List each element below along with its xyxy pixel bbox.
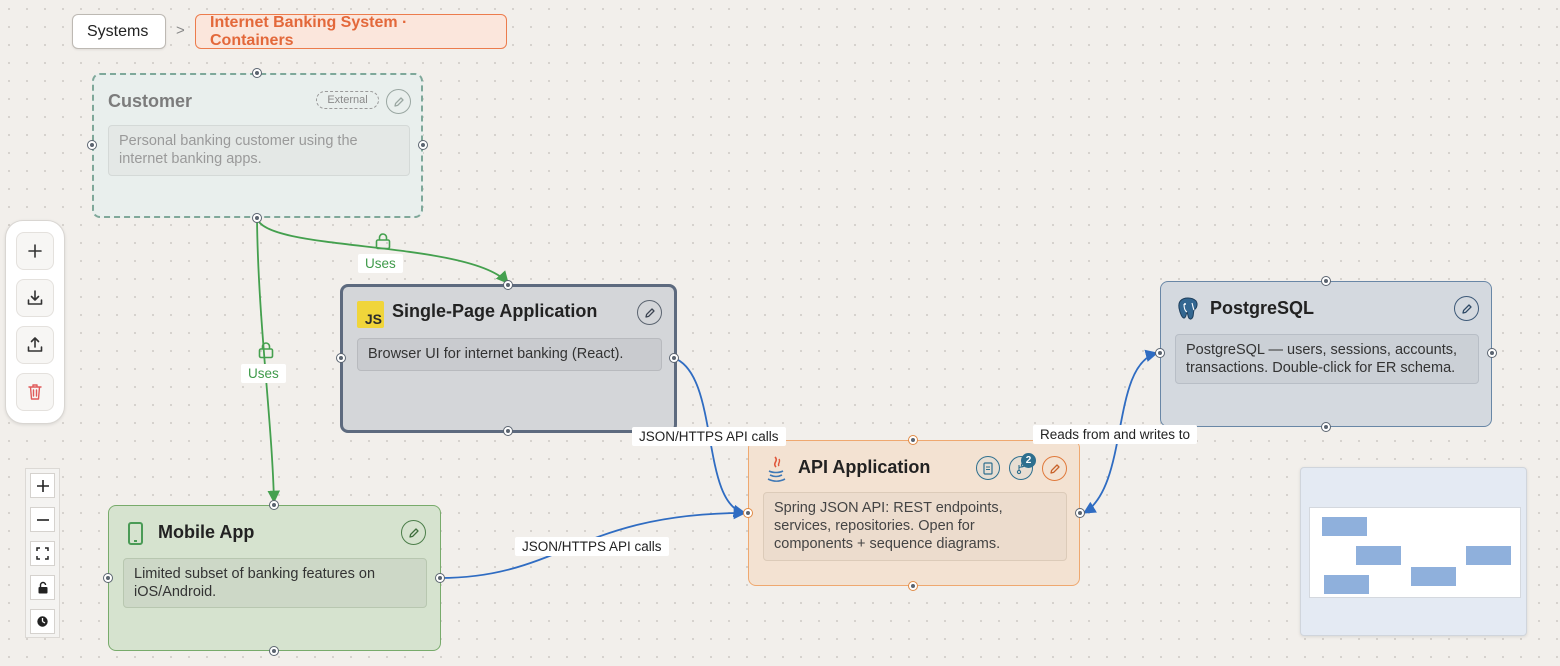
minimap-node xyxy=(1411,567,1456,586)
handle-api-left[interactable] xyxy=(743,508,753,518)
handle-spa-bottom[interactable] xyxy=(503,426,513,436)
pencil-icon xyxy=(644,307,655,318)
breadcrumb-current[interactable]: Internet Banking System · Containers xyxy=(195,14,507,49)
fit-view-button[interactable] xyxy=(30,541,55,566)
handle-mobile-top[interactable] xyxy=(269,500,279,510)
edge-label-api-postgres[interactable]: Reads from and writes to xyxy=(1033,425,1198,444)
node-description: Personal banking customer using the inte… xyxy=(108,125,410,176)
node-title: Single-Page Application xyxy=(392,301,598,321)
plus-icon xyxy=(28,244,42,258)
lock-icon xyxy=(38,581,47,594)
lock-canvas-button[interactable] xyxy=(30,575,55,600)
flow-count-badge: 2 xyxy=(1021,453,1036,468)
minimap[interactable] xyxy=(1300,467,1527,636)
handle-spa-top[interactable] xyxy=(503,280,513,290)
trash-icon xyxy=(28,384,42,400)
lock-icon xyxy=(375,233,391,250)
minimap-node xyxy=(1322,517,1367,536)
pencil-icon xyxy=(1049,463,1060,474)
node-title: PostgreSQL xyxy=(1210,298,1315,318)
reset-icon xyxy=(37,616,48,627)
edge-label-customer-spa[interactable]: Uses xyxy=(358,254,403,273)
java-icon xyxy=(767,456,786,483)
external-badge: External xyxy=(316,91,379,109)
edge-label-spa-api[interactable]: JSON/HTTPS API calls xyxy=(632,427,786,446)
minimap-node xyxy=(1356,546,1401,565)
pencil-icon xyxy=(408,527,419,538)
edit-button[interactable] xyxy=(1042,456,1067,481)
download-button[interactable] xyxy=(16,279,54,317)
node-title: API Application xyxy=(798,457,931,477)
minimap-node xyxy=(1324,575,1369,594)
node-description: Limited subset of banking features on iO… xyxy=(123,558,427,608)
documentation-button[interactable] xyxy=(976,456,1000,480)
delete-button[interactable] xyxy=(16,373,54,411)
add-node-button[interactable] xyxy=(16,232,54,270)
handle-spa-right[interactable] xyxy=(669,353,679,363)
node-mobile-app[interactable]: Mobile App Limited subset of banking fea… xyxy=(108,505,441,651)
node-customer[interactable]: Customer External Personal banking custo… xyxy=(92,73,423,218)
handle-postgres-right[interactable] xyxy=(1487,348,1497,358)
fit-view-icon xyxy=(36,547,49,560)
zoom-out-icon xyxy=(36,518,49,521)
node-description: PostgreSQL — users, sessions, accounts, … xyxy=(1175,334,1479,384)
handle-postgres-bottom[interactable] xyxy=(1321,422,1331,432)
handle-api-top[interactable] xyxy=(908,435,918,445)
handle-mobile-right[interactable] xyxy=(435,573,445,583)
edit-button[interactable] xyxy=(1454,296,1479,321)
editor-toolbar xyxy=(5,220,65,424)
handle-api-bottom[interactable] xyxy=(908,581,918,591)
upload-icon xyxy=(27,337,43,352)
node-single-page-application[interactable]: JS Single-Page Application Browser UI fo… xyxy=(340,284,677,433)
node-description: Browser UI for internet banking (React). xyxy=(357,338,662,371)
pencil-icon xyxy=(1461,303,1472,314)
node-api-application[interactable]: API Application 2 Spring JSON API: REST … xyxy=(748,440,1080,586)
lock-icon xyxy=(258,342,274,359)
edge-customer-spa[interactable] xyxy=(256,217,509,284)
handle-mobile-left[interactable] xyxy=(103,573,113,583)
edge-label-customer-mobile[interactable]: Uses xyxy=(241,364,286,383)
handle-spa-left[interactable] xyxy=(336,353,346,363)
edge-customer-mobile[interactable] xyxy=(256,217,281,504)
breadcrumb-systems[interactable]: Systems xyxy=(72,14,166,49)
javascript-icon: JS xyxy=(357,301,384,328)
phone-icon xyxy=(128,522,143,545)
handle-customer-left[interactable] xyxy=(87,140,97,150)
node-title: Customer xyxy=(108,91,193,111)
zoom-in-button[interactable] xyxy=(30,473,55,498)
edge-label-mobile-api[interactable]: JSON/HTTPS API calls xyxy=(515,537,669,556)
upload-button[interactable] xyxy=(16,326,54,364)
download-icon xyxy=(27,290,43,305)
handle-mobile-bottom[interactable] xyxy=(269,646,279,656)
edit-button[interactable] xyxy=(386,89,411,114)
document-icon xyxy=(983,461,993,475)
minimap-viewport[interactable] xyxy=(1309,507,1521,598)
minimap-node xyxy=(1466,546,1511,565)
handle-customer-right[interactable] xyxy=(418,140,428,150)
breadcrumb-separator: > xyxy=(176,22,185,39)
handle-postgres-top[interactable] xyxy=(1321,276,1331,286)
handle-customer-bottom[interactable] xyxy=(252,213,262,223)
edit-button[interactable] xyxy=(637,300,662,325)
edit-button[interactable] xyxy=(401,520,426,545)
handle-postgres-left[interactable] xyxy=(1155,348,1165,358)
reset-view-button[interactable] xyxy=(30,609,55,634)
pencil-icon xyxy=(393,96,404,107)
postgres-icon xyxy=(1178,297,1198,320)
node-title: Mobile App xyxy=(158,522,255,542)
zoom-out-button[interactable] xyxy=(30,507,55,532)
zoom-controls xyxy=(25,468,60,638)
node-postgresql[interactable]: PostgreSQL PostgreSQL — users, sessions,… xyxy=(1160,281,1492,427)
handle-api-right[interactable] xyxy=(1075,508,1085,518)
handle-customer-top[interactable] xyxy=(252,68,262,78)
node-description: Spring JSON API: REST endpoints, service… xyxy=(763,492,1067,561)
zoom-in-icon xyxy=(36,479,49,492)
